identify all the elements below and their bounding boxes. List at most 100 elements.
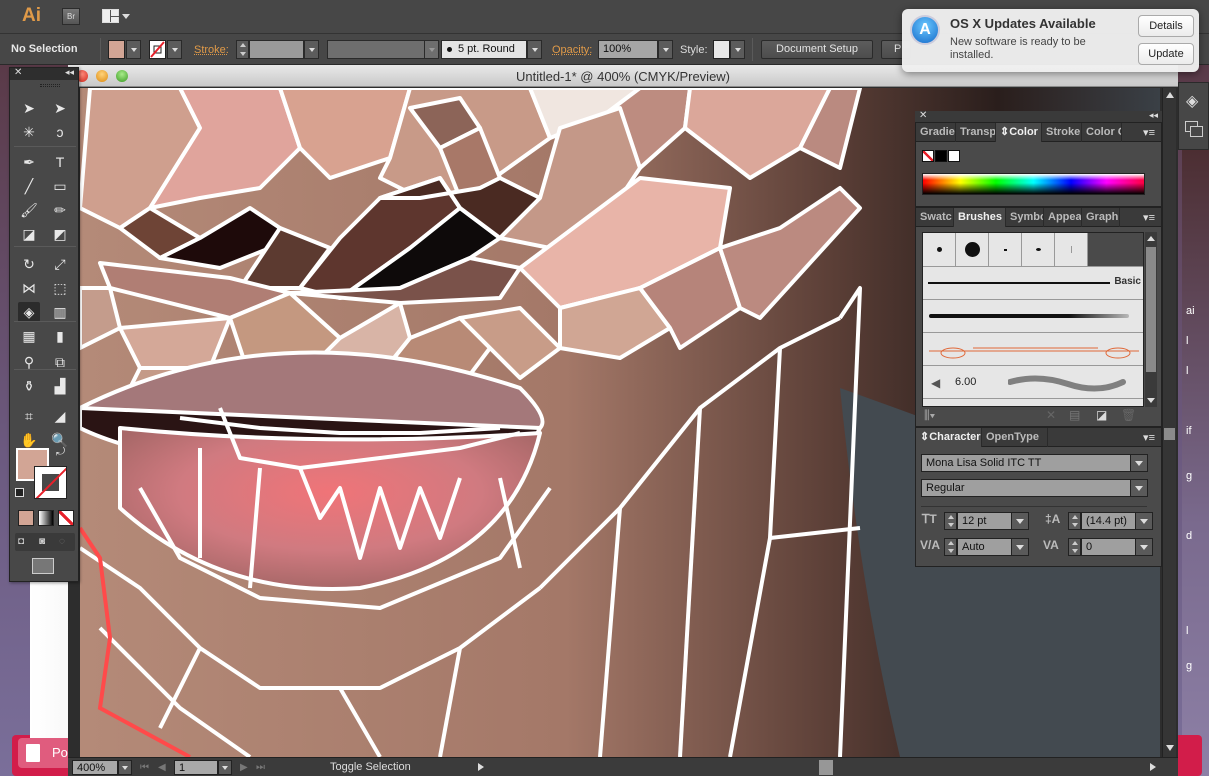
- remove-brush-stroke-icon[interactable]: ✕: [1046, 408, 1056, 422]
- brush-row-pattern[interactable]: [923, 332, 1143, 365]
- symbol-sprayer-tool-icon[interactable]: ⚱: [18, 376, 40, 396]
- graphic-style-swatch[interactable]: [713, 40, 730, 59]
- tracking-stepper[interactable]: [1068, 538, 1081, 556]
- update-button[interactable]: Update: [1138, 43, 1194, 65]
- stroke-weight-dropdown[interactable]: [304, 40, 319, 59]
- bridge-button[interactable]: Br: [62, 8, 80, 25]
- gradient-mode-button[interactable]: [38, 510, 54, 526]
- slice-tool-icon[interactable]: ◢: [49, 406, 71, 426]
- perspective-grid-tool-icon[interactable]: ▥: [49, 302, 71, 322]
- collapse-icon[interactable]: ◂◂: [65, 67, 74, 78]
- next-artboard-icon[interactable]: ▶: [240, 762, 248, 773]
- scroll-down-icon[interactable]: [1166, 745, 1174, 751]
- stroke-dropdown[interactable]: [167, 40, 182, 59]
- font-size-dropdown[interactable]: [1011, 512, 1029, 530]
- first-artboard-icon[interactable]: ⏮: [140, 762, 149, 773]
- tab-opentype[interactable]: OpenType: [982, 428, 1048, 447]
- stroke-swatch[interactable]: [149, 40, 166, 59]
- selection-tool-icon[interactable]: ➤: [18, 98, 40, 118]
- tracking-dropdown[interactable]: [1135, 538, 1153, 556]
- last-artboard-icon[interactable]: ⏭: [256, 762, 265, 773]
- font-style-dropdown[interactable]: [1130, 479, 1148, 497]
- panel-grip[interactable]: [40, 84, 60, 87]
- direct-selection-tool-icon[interactable]: ➤: [49, 98, 71, 118]
- rotate-tool-icon[interactable]: ↻: [18, 254, 40, 274]
- none-mode-button[interactable]: [58, 510, 74, 526]
- font-size-input[interactable]: 12 pt: [957, 512, 1012, 530]
- magic-wand-tool-icon[interactable]: ✳: [18, 122, 40, 142]
- brush-row-art[interactable]: [923, 398, 1143, 406]
- tab-symbols[interactable]: Symbo: [1006, 208, 1044, 227]
- brush-swatch[interactable]: [923, 233, 956, 266]
- pencil-tool-icon[interactable]: ✏: [49, 200, 71, 220]
- free-transform-tool-icon[interactable]: ⬚: [49, 278, 71, 298]
- scale-tool-icon[interactable]: ⤢: [49, 254, 71, 274]
- stroke-label[interactable]: Stroke:: [194, 44, 229, 56]
- brush-row-basic[interactable]: Basic: [923, 266, 1143, 299]
- opacity-input[interactable]: 100%: [598, 40, 658, 59]
- column-graph-tool-icon[interactable]: ▟: [49, 376, 71, 396]
- draw-inside-icon[interactable]: ◌: [59, 536, 65, 547]
- brush-definition-dropdown[interactable]: [527, 40, 542, 59]
- font-size-stepper[interactable]: [944, 512, 957, 530]
- tab-stroke[interactable]: Stroke: [1042, 123, 1082, 142]
- eraser-tool-icon[interactable]: ◩: [49, 224, 71, 244]
- rectangle-tool-icon[interactable]: ▭: [49, 176, 71, 196]
- font-family-dropdown[interactable]: [1130, 454, 1148, 472]
- hand-tool-icon[interactable]: ✋: [18, 430, 40, 450]
- tab-appearance[interactable]: Appea: [1044, 208, 1082, 227]
- brush-swatch[interactable]: [956, 233, 989, 266]
- scroll-up-icon[interactable]: [1166, 92, 1174, 98]
- horizontal-scrollbar-thumb[interactable]: [819, 760, 833, 775]
- artboard-tool-icon[interactable]: ⌗: [18, 406, 40, 426]
- tab-gradient[interactable]: Gradie: [916, 123, 956, 142]
- layers-icon[interactable]: ◈: [1186, 91, 1198, 111]
- brush-definition[interactable]: 5 pt. Round: [441, 40, 527, 59]
- collapse-icon[interactable]: ◂◂: [1149, 110, 1158, 121]
- tracking-input[interactable]: 0: [1081, 538, 1136, 556]
- brush-row-bristle[interactable]: ◀ 6.00: [923, 365, 1143, 398]
- font-style-input[interactable]: Regular: [921, 479, 1131, 497]
- tab-swatches[interactable]: Swatc: [916, 208, 954, 227]
- vertical-scrollbar[interactable]: [1162, 88, 1176, 757]
- shape-builder-tool-icon[interactable]: ◈: [18, 302, 40, 322]
- tab-brushes[interactable]: Brushes: [954, 208, 1006, 227]
- artboard-number-input[interactable]: 1: [174, 760, 218, 775]
- kerning-dropdown[interactable]: [1011, 538, 1029, 556]
- line-segment-tool-icon[interactable]: ╱: [18, 176, 40, 196]
- lasso-tool-icon[interactable]: ↄ: [49, 122, 71, 142]
- blob-brush-tool-icon[interactable]: ◪: [18, 224, 40, 244]
- scrollbar-thumb[interactable]: [1164, 428, 1175, 440]
- chevron-down-icon[interactable]: [122, 14, 130, 19]
- scroll-up-icon[interactable]: [1147, 236, 1155, 241]
- brush-options-icon[interactable]: ▤: [1069, 408, 1080, 422]
- gradient-tool-icon[interactable]: ▮: [49, 326, 71, 346]
- tab-transparency[interactable]: Transp: [956, 123, 996, 142]
- new-brush-icon[interactable]: ◪: [1096, 408, 1107, 422]
- color-mode-button[interactable]: [18, 510, 34, 526]
- mesh-tool-icon[interactable]: ▦: [18, 326, 40, 346]
- draw-behind-icon[interactable]: ◙: [39, 536, 45, 547]
- zoom-dropdown[interactable]: [118, 760, 132, 775]
- pen-tool-icon[interactable]: ✒: [18, 152, 40, 172]
- stroke-weight-input[interactable]: [249, 40, 304, 59]
- kerning-stepper[interactable]: [944, 538, 957, 556]
- arrange-documents-icon[interactable]: [102, 9, 119, 23]
- delete-brush-icon[interactable]: 🗑: [1121, 408, 1136, 422]
- status-menu-icon[interactable]: [478, 763, 484, 771]
- fill-dropdown[interactable]: [126, 40, 141, 59]
- swap-fill-stroke-icon[interactable]: ⤾: [56, 446, 65, 459]
- brush-swatch[interactable]: [1022, 233, 1055, 266]
- leading-input[interactable]: (14.4 pt): [1081, 512, 1136, 530]
- panel-menu-icon[interactable]: ▾≡: [1143, 126, 1155, 139]
- none-swatch[interactable]: [922, 150, 934, 162]
- brush-list-scrollbar[interactable]: [1145, 232, 1157, 407]
- zoom-level-input[interactable]: 400%: [72, 760, 118, 775]
- leading-dropdown[interactable]: [1135, 512, 1153, 530]
- draw-normal-icon[interactable]: ◘: [18, 536, 24, 547]
- opacity-dropdown[interactable]: [658, 40, 673, 59]
- status-label[interactable]: Toggle Selection: [330, 761, 411, 773]
- stroke-color-swatch[interactable]: [34, 466, 67, 499]
- variable-width-dropdown[interactable]: [424, 40, 439, 59]
- type-tool-icon[interactable]: T: [49, 152, 71, 172]
